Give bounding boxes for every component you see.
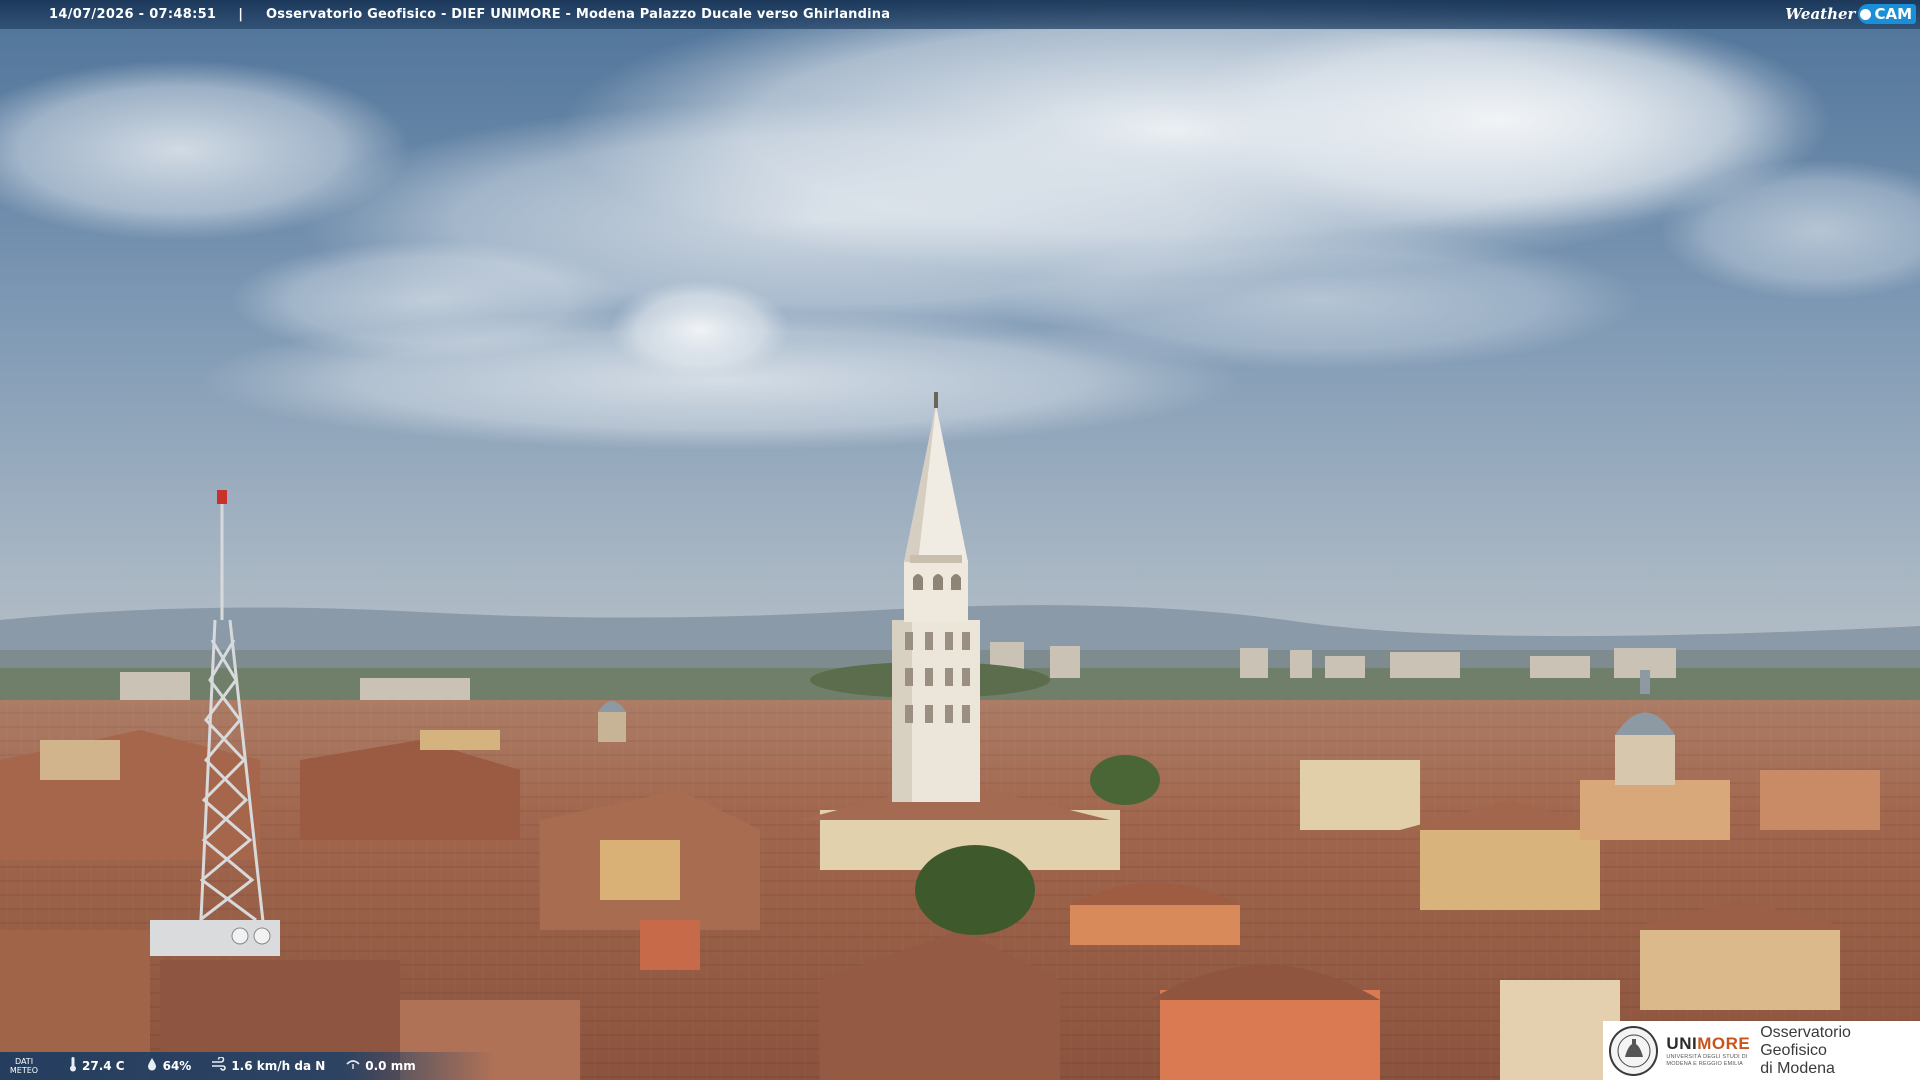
- wind-value: 1.6 km/h da N: [231, 1059, 326, 1073]
- observatory-name: Osservatorio Geofisico di Modena: [1760, 1024, 1920, 1078]
- timestamp: 14/07/2026 - 07:48:51: [49, 7, 217, 22]
- weathercam-logo-cam: CAM: [1874, 5, 1912, 23]
- unimore-logo: UNIMORE UNIVERSITÀ DEGLI STUDI DI MODENA…: [1603, 1021, 1920, 1080]
- caption-bar: 14/07/2026 - 07:48:51 | Osservatorio Geo…: [0, 0, 1920, 29]
- unimore-brand: UNIMORE UNIVERSITÀ DEGLI STUDI DI MODENA…: [1666, 1034, 1750, 1068]
- weathercam-logo-text: Weather: [1785, 5, 1856, 23]
- weathercam-logo: Weather CAM: [1785, 3, 1916, 25]
- weather-data-label: DATI METEO: [0, 1057, 48, 1075]
- unimore-name-first: UNI: [1666, 1033, 1698, 1053]
- temperature-reading: 27.4 C: [68, 1056, 125, 1076]
- wind-icon: [211, 1056, 227, 1075]
- observatory-line1: Osservatorio Geofisico: [1760, 1023, 1851, 1059]
- droplet-icon: [145, 1057, 159, 1075]
- webcam-image: [0, 0, 1920, 1080]
- weather-label-line2: METEO: [9, 1066, 39, 1075]
- rain-gauge-icon: [345, 1058, 361, 1074]
- camera-caption: Osservatorio Geofisico - DIEF UNIMORE - …: [266, 7, 891, 22]
- rain-reading: 0.0 mm: [345, 1058, 416, 1074]
- humidity-value: 64%: [162, 1059, 192, 1073]
- unimore-subtitle-1: UNIVERSITÀ DEGLI STUDI DI: [1666, 1053, 1748, 1060]
- humidity-reading: 64%: [145, 1057, 192, 1075]
- weather-data-strip: DATI METEO 27.4 C 64% 1.6 km/h da N 0.0 …: [0, 1052, 495, 1080]
- rain-value: 0.0 mm: [365, 1059, 416, 1073]
- caption-separator: |: [238, 7, 244, 22]
- wind-reading: 1.6 km/h da N: [211, 1056, 326, 1075]
- weather-label-line1: DATI: [14, 1057, 34, 1066]
- thermometer-icon: [68, 1056, 78, 1076]
- weathercam-logo-badge: CAM: [1858, 4, 1916, 24]
- unimore-subtitle-2: MODENA E REGGIO EMILIA: [1666, 1060, 1743, 1067]
- camera-lens-icon: [1860, 8, 1872, 20]
- unimore-name: UNIMORE: [1666, 1034, 1750, 1054]
- university-seal-icon: [1609, 1025, 1659, 1076]
- unimore-name-second: MORE: [1697, 1033, 1751, 1053]
- observatory-line2: di Modena: [1760, 1059, 1835, 1077]
- temperature-value: 27.4 C: [82, 1059, 125, 1073]
